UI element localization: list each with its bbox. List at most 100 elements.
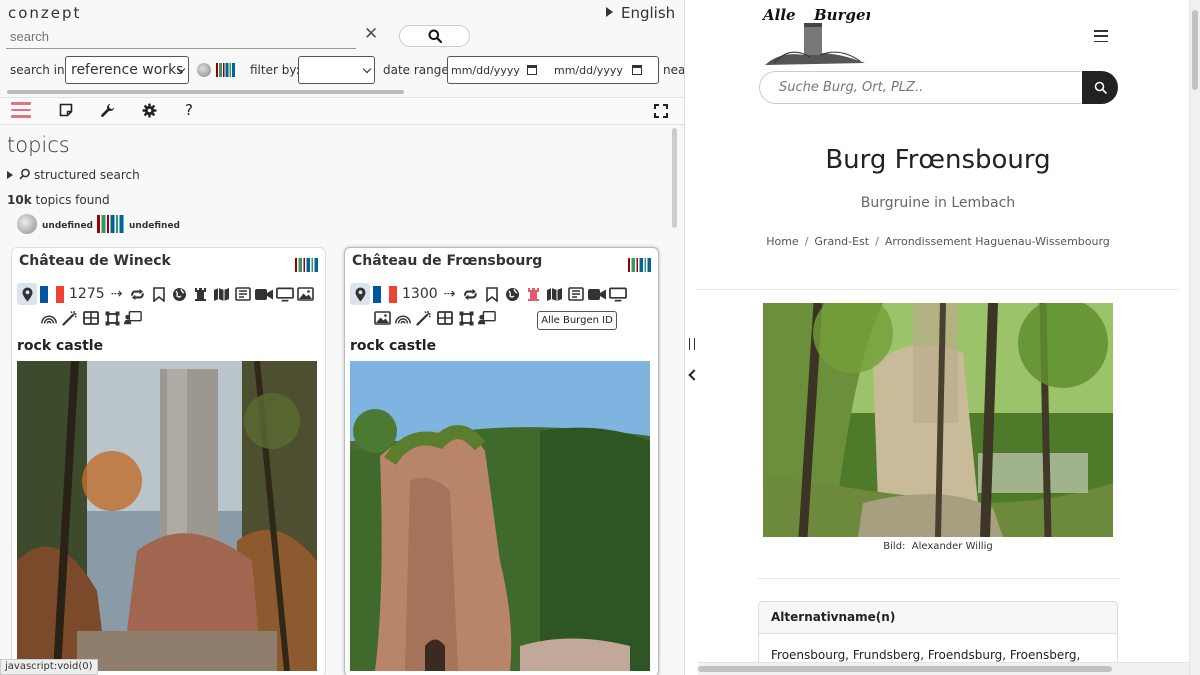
table-icon[interactable] bbox=[82, 309, 100, 327]
horizontal-scrollbar[interactable] bbox=[7, 90, 404, 94]
filter-select[interactable] bbox=[298, 56, 375, 84]
card-title[interactable]: Château de Wineck bbox=[19, 253, 171, 269]
wikidata-icon[interactable] bbox=[295, 258, 319, 272]
globe-icon[interactable] bbox=[504, 285, 522, 303]
bookmark-icon[interactable] bbox=[150, 285, 168, 303]
table-icon[interactable] bbox=[436, 309, 454, 327]
presentation-icon[interactable] bbox=[478, 309, 496, 327]
castle-ruin-photo[interactable] bbox=[763, 303, 1113, 537]
menu-icon[interactable] bbox=[11, 102, 31, 122]
magic-wand-icon[interactable] bbox=[415, 309, 433, 327]
castle-icon[interactable] bbox=[192, 285, 210, 303]
clear-search-icon[interactable]: ✕ bbox=[364, 24, 378, 44]
topic-card[interactable]: Château de Wineck 1275 ⇢ 🔁︎ rock castle bbox=[11, 247, 326, 675]
monitor-icon[interactable] bbox=[608, 285, 627, 303]
fullscreen-icon[interactable] bbox=[654, 104, 668, 118]
timeline-arrow-icon[interactable]: ⇢ bbox=[441, 285, 459, 303]
start-year: 1300 bbox=[402, 286, 438, 302]
alle-burgen-logo[interactable]: Alle Burgen bbox=[760, 5, 876, 67]
search-icon bbox=[19, 168, 30, 180]
search-in-select[interactable]: reference works bbox=[65, 56, 189, 84]
vertical-scrollbar[interactable] bbox=[672, 128, 677, 228]
magic-wand-icon[interactable] bbox=[61, 309, 79, 327]
search-input[interactable] bbox=[6, 25, 356, 49]
status-bar: javascript:void(0) bbox=[0, 659, 98, 675]
note-icon[interactable] bbox=[59, 103, 73, 117]
breadcrumb-region[interactable]: Grand-Est bbox=[814, 235, 869, 248]
calendar-icon[interactable] bbox=[527, 65, 537, 75]
calendar-icon[interactable] bbox=[632, 65, 642, 75]
presentation-icon[interactable] bbox=[124, 309, 142, 327]
pane-splitter[interactable] bbox=[684, 0, 700, 675]
card-title[interactable]: Château de Frœnsbourg bbox=[352, 253, 542, 269]
map-icon[interactable] bbox=[213, 285, 231, 303]
video-icon[interactable] bbox=[254, 285, 273, 303]
news-icon[interactable] bbox=[234, 285, 252, 303]
wikidata-icon[interactable] bbox=[97, 215, 125, 233]
breadcrumb-district[interactable]: Arrondissement Haguenau-Wissembourg bbox=[885, 235, 1110, 248]
card-actions-row: 1300 ⇢ 🔁︎ bbox=[350, 283, 627, 305]
breadcrumb: Home / Grand-Est / Arrondissement Haguenau-W… bbox=[698, 235, 1178, 248]
topics-heading: topics bbox=[7, 133, 70, 157]
repeat-icon[interactable]: 🔁︎ bbox=[129, 285, 147, 304]
image-icon[interactable] bbox=[297, 285, 315, 303]
repeat-icon[interactable]: 🔁︎ bbox=[462, 285, 480, 304]
date-from-field[interactable]: mm/dd/yyyy bbox=[451, 64, 520, 77]
card-actions-row: 1275 ⇢ 🔁︎ bbox=[17, 283, 315, 305]
date-to-field[interactable]: mm/dd/yyyy bbox=[554, 64, 623, 77]
wrench-icon[interactable] bbox=[100, 103, 115, 118]
timeline-arrow-icon[interactable]: ⇢ bbox=[108, 285, 126, 303]
castle-photo[interactable] bbox=[350, 361, 650, 671]
start-year: 1275 bbox=[69, 286, 105, 302]
horizontal-scrollbar[interactable] bbox=[698, 662, 1189, 675]
gear-icon[interactable] bbox=[142, 103, 157, 118]
map-pin-icon[interactable] bbox=[17, 283, 37, 305]
photo-caption-label: Bild: bbox=[883, 541, 906, 552]
france-flag-icon[interactable] bbox=[40, 285, 64, 303]
logo-word-alle: Alle bbox=[761, 6, 796, 24]
alternative-names-header: Alternativname(n) bbox=[759, 602, 1117, 634]
divider bbox=[758, 578, 1118, 579]
search-icon bbox=[428, 29, 442, 43]
wikipedia-icon[interactable] bbox=[197, 63, 211, 77]
wikidata-icon[interactable] bbox=[216, 63, 236, 77]
monitor-icon[interactable] bbox=[275, 285, 294, 303]
news-icon[interactable] bbox=[567, 285, 585, 303]
divider bbox=[698, 289, 1178, 290]
drag-handle-icon[interactable] bbox=[689, 338, 695, 350]
card-subtitle: rock castle bbox=[350, 338, 437, 354]
site-search-input[interactable]: Suche Burg, Ort, PLZ.. bbox=[759, 71, 1081, 104]
logo-word-burgen: Burgen bbox=[813, 6, 870, 24]
bookmark-icon[interactable] bbox=[483, 285, 501, 303]
rainbow-icon[interactable] bbox=[394, 309, 412, 327]
card-actions-row-2 bbox=[40, 307, 142, 329]
castle-photo[interactable] bbox=[17, 361, 317, 671]
search-in-label: search in: bbox=[10, 63, 69, 77]
help-icon[interactable]: ? bbox=[185, 101, 193, 119]
video-icon[interactable] bbox=[587, 285, 606, 303]
hamburger-menu-icon[interactable] bbox=[1094, 30, 1108, 46]
caret-right-icon bbox=[7, 171, 13, 179]
breadcrumb-home[interactable]: Home bbox=[766, 235, 798, 248]
crop-frame-icon[interactable] bbox=[103, 309, 121, 327]
image-icon[interactable] bbox=[373, 309, 391, 327]
vertical-scrollbar[interactable] bbox=[1189, 0, 1200, 675]
search-icon bbox=[1094, 81, 1107, 94]
date-range-input[interactable]: mm/dd/yyyy mm/dd/yyyy bbox=[447, 56, 659, 84]
rainbow-icon[interactable] bbox=[40, 309, 58, 327]
structured-search-toggle[interactable]: structured search bbox=[7, 168, 140, 182]
caret-right-icon bbox=[606, 7, 613, 17]
brand-logo[interactable]: conzept bbox=[8, 4, 81, 22]
filter-label: filter by: bbox=[250, 63, 300, 77]
castle-icon-active[interactable] bbox=[525, 285, 543, 303]
wikipedia-icon[interactable] bbox=[17, 214, 37, 234]
language-selector[interactable]: English bbox=[606, 4, 675, 22]
site-search-button[interactable] bbox=[1082, 71, 1118, 104]
globe-icon[interactable] bbox=[171, 285, 189, 303]
map-pin-icon[interactable] bbox=[350, 283, 370, 305]
wikidata-icon[interactable] bbox=[628, 258, 652, 272]
crop-frame-icon[interactable] bbox=[457, 309, 475, 327]
map-icon[interactable] bbox=[546, 285, 564, 303]
search-button[interactable] bbox=[399, 25, 470, 47]
france-flag-icon[interactable] bbox=[373, 285, 397, 303]
